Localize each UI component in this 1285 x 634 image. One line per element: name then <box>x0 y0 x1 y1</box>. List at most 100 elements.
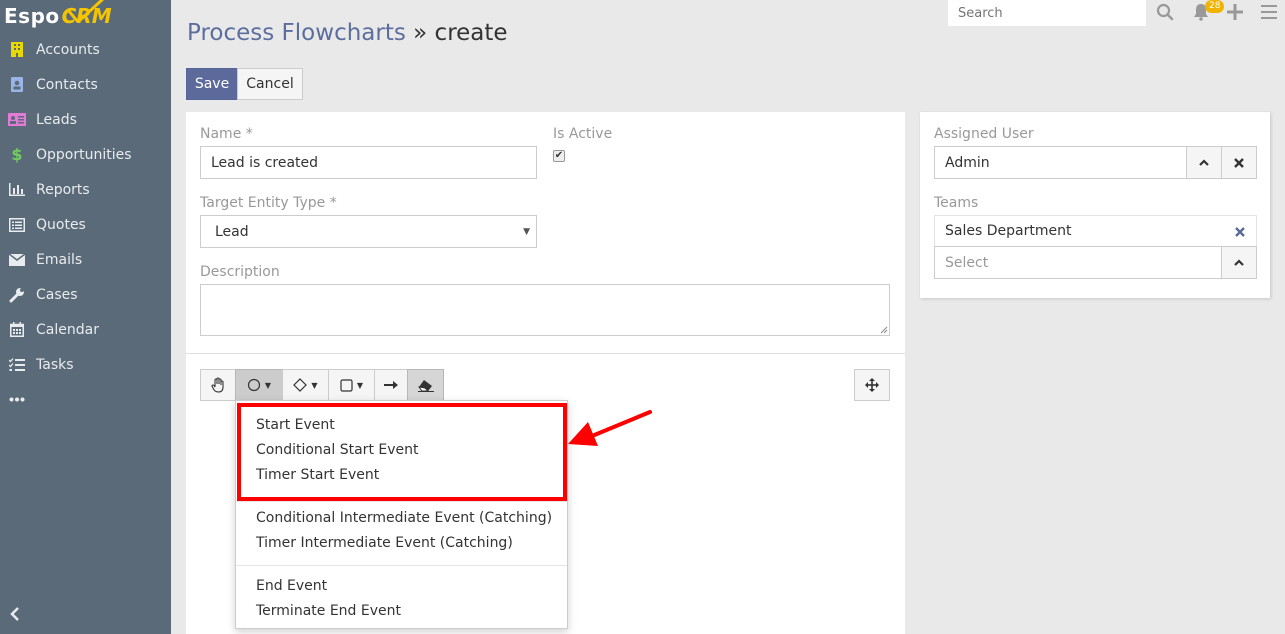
sidebar-item-calendar[interactable]: Calendar <box>0 312 171 347</box>
assigned-user-clear-button[interactable] <box>1221 146 1257 179</box>
sidebar-item-label: Accounts <box>36 41 100 58</box>
notification-badge: 28 <box>1205 0 1225 13</box>
gateway-tool-button[interactable]: ▼ <box>282 369 329 401</box>
chevron-left-icon <box>10 607 19 621</box>
global-search-input[interactable] <box>948 0 1146 26</box>
sidebar-item-label: Reports <box>36 181 90 198</box>
name-value: Lead is created <box>211 154 319 171</box>
is-active-checkbox[interactable]: ✔ <box>553 150 565 162</box>
eraser-icon <box>417 379 434 392</box>
sidebar-item-reports[interactable]: Reports <box>0 172 171 207</box>
sidebar-item-quotes[interactable]: Quotes <box>0 207 171 242</box>
caret-down-icon: ▼ <box>523 227 530 237</box>
sidebar-item-label: Leads <box>36 111 77 128</box>
sidebar-item-leads[interactable]: Leads <box>0 102 171 137</box>
sidebar-more-button[interactable] <box>0 382 171 417</box>
plus-icon[interactable] <box>1227 4 1243 24</box>
highlight-box-annotation <box>237 403 567 501</box>
sidebar-item-tasks[interactable]: Tasks <box>0 347 171 382</box>
is-active-label: Is Active <box>553 126 613 142</box>
name-input[interactable]: Lead is created <box>200 146 537 179</box>
menu-divider <box>236 501 567 502</box>
logo-text-espo: Espo <box>4 4 60 28</box>
sidebar-collapse-button[interactable] <box>10 605 20 626</box>
sidebar-item-opportunities[interactable]: $ Opportunities <box>0 137 171 172</box>
menu-item-end-event[interactable]: End Event <box>256 578 327 594</box>
menu-icon[interactable] <box>1261 5 1277 23</box>
hand-icon <box>211 377 224 393</box>
sidebar-item-label: Tasks <box>36 356 74 373</box>
teams-select-input[interactable]: Select <box>934 246 1223 279</box>
teams-label: Teams <box>934 195 979 211</box>
menu-divider <box>236 565 567 566</box>
search-icon[interactable] <box>1156 3 1174 25</box>
chevron-up-icon <box>1234 259 1244 266</box>
assigned-user-select-button[interactable] <box>1186 146 1222 179</box>
description-textarea[interactable] <box>200 284 890 336</box>
assigned-user-input[interactable]: Admin <box>934 146 1188 179</box>
teams-select-placeholder: Select <box>945 254 989 271</box>
hand-tool-button[interactable] <box>200 369 236 401</box>
breadcrumb-current: create <box>434 20 508 46</box>
sidebar-item-accounts[interactable]: Accounts <box>0 32 171 67</box>
cancel-button[interactable]: Cancel <box>237 68 303 100</box>
tasks-icon <box>8 357 26 373</box>
logo-swoosh-icon <box>66 0 105 22</box>
flowchart-toolbar: ▼ ▼ ▼ <box>200 369 444 401</box>
event-tool-button[interactable]: ▼ <box>235 369 283 401</box>
circle-icon <box>247 378 261 392</box>
sidebar-item-label: Contacts <box>36 76 98 93</box>
side-panel: Assigned User Admin Teams Sales Departme… <box>920 112 1270 298</box>
wrench-icon <box>8 287 26 303</box>
assigned-user-value: Admin <box>945 154 990 171</box>
building-icon <box>8 42 26 58</box>
square-icon <box>340 378 353 392</box>
task-tool-button[interactable]: ▼ <box>328 369 375 401</box>
target-entity-type-select[interactable]: Lead ▼ <box>200 215 537 248</box>
move-canvas-button[interactable] <box>854 369 890 401</box>
chevron-up-icon <box>1199 159 1209 166</box>
section-divider <box>186 353 905 354</box>
assigned-user-label: Assigned User <box>934 126 1034 142</box>
sidebar-item-label: Emails <box>36 251 83 268</box>
arrow-right-icon <box>384 381 398 389</box>
menu-item-conditional-intermediate-event[interactable]: Conditional Intermediate Event (Catching… <box>256 510 552 526</box>
description-label: Description <box>200 264 280 280</box>
team-name: Sales Department <box>945 223 1072 239</box>
name-label: Name * <box>200 126 253 142</box>
menu-item-timer-intermediate-event[interactable]: Timer Intermediate Event (Catching) <box>256 535 513 551</box>
ellipsis-icon <box>9 397 25 402</box>
dollar-icon: $ <box>11 145 23 164</box>
target-entity-type-value: Lead <box>215 223 249 240</box>
checkmark-icon: ✔ <box>554 150 564 161</box>
caret-down-icon: ▼ <box>356 380 364 390</box>
target-entity-type-label: Target Entity Type * <box>200 195 337 211</box>
teams-select-button[interactable] <box>1221 246 1257 279</box>
logo[interactable]: Espo CRM <box>4 0 112 32</box>
sidebar-item-label: Cases <box>36 286 78 303</box>
resize-handle-icon[interactable] <box>880 326 888 334</box>
id-card-icon <box>8 112 26 128</box>
close-icon <box>1234 157 1244 168</box>
team-item: Sales Department <box>934 215 1257 247</box>
eraser-tool-button[interactable] <box>407 369 444 401</box>
sidebar-item-contacts[interactable]: Contacts <box>0 67 171 102</box>
move-arrows-icon <box>865 378 879 392</box>
breadcrumb-process-flowcharts[interactable]: Process Flowcharts <box>187 20 406 46</box>
page-title: Process Flowcharts » create <box>187 20 508 46</box>
save-button[interactable]: Save <box>186 68 238 100</box>
bar-chart-icon <box>8 182 26 198</box>
flow-tool-button[interactable] <box>374 369 408 401</box>
list-box-icon <box>8 217 26 233</box>
sidebar-nav: Accounts Contacts Leads $ Opportunities … <box>0 32 171 417</box>
remove-team-icon[interactable] <box>1235 227 1245 237</box>
breadcrumb-separator: » <box>413 20 428 46</box>
calendar-icon <box>8 322 26 338</box>
diamond-icon <box>293 378 308 392</box>
envelope-icon <box>8 252 26 268</box>
sidebar-item-label: Quotes <box>36 216 86 233</box>
sidebar-item-cases[interactable]: Cases <box>0 277 171 312</box>
sidebar-item-emails[interactable]: Emails <box>0 242 171 277</box>
caret-down-icon: ▼ <box>264 380 272 390</box>
menu-item-terminate-end-event[interactable]: Terminate End Event <box>256 603 401 619</box>
